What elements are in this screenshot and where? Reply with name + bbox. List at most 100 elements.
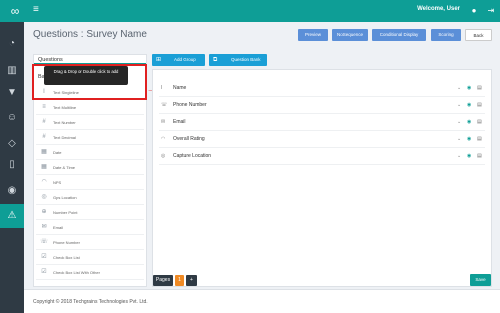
- sidebar: ◔ ▥ ▼ ☺ ◇ ▯ ◉ ⚠: [0, 22, 24, 313]
- calendar-icon: ▦: [41, 164, 47, 170]
- question-row[interactable]: ✉ Email ⌄ ◉ ▤: [159, 114, 485, 131]
- field-type-item[interactable]: ≡ Text Multiline: [36, 100, 144, 115]
- question-label: Email: [173, 119, 186, 125]
- field-type-label: Email: [53, 225, 64, 230]
- scoring-button[interactable]: Scoring: [431, 29, 461, 41]
- field-type-label: Date & Time: [53, 165, 76, 170]
- question-label: Phone Number: [173, 102, 207, 108]
- decimal-icon: #: [42, 134, 46, 140]
- phone-icon: ☏: [40, 239, 48, 245]
- field-type-item[interactable]: # Text Number: [36, 115, 144, 130]
- eye-icon[interactable]: ◉: [467, 131, 471, 148]
- trash-icon[interactable]: ▤: [477, 131, 482, 148]
- email-icon: ✉: [41, 224, 47, 230]
- point-icon: ⊕: [41, 209, 47, 215]
- mobile-icon[interactable]: ▯: [0, 153, 24, 177]
- phone-icon: ☏: [161, 102, 168, 108]
- warning-icon[interactable]: ⚠: [0, 204, 24, 228]
- save-button[interactable]: Save: [470, 274, 491, 286]
- chevron-down-icon[interactable]: ⌄: [457, 114, 461, 131]
- logout-icon[interactable]: ⇥: [484, 4, 498, 18]
- drag-tooltip: Drag & Drop or Double click to add: [44, 66, 128, 85]
- field-type-item[interactable]: ✉ Email: [36, 220, 144, 235]
- field-type-label: Text Number: [53, 120, 76, 125]
- field-type-label: NPS: [53, 180, 62, 185]
- welcome-text: Welcome, User: [417, 6, 460, 12]
- eye-icon[interactable]: ◉: [467, 114, 471, 131]
- gauge-icon: ◠: [161, 136, 166, 142]
- dashboard-icon[interactable]: ◔: [0, 32, 24, 56]
- chevron-down-icon[interactable]: ⌄: [457, 148, 461, 165]
- field-type-label: Date: [53, 150, 62, 155]
- field-type-label: Gps Location: [53, 195, 77, 200]
- field-type-item[interactable]: ◠ NPS: [36, 175, 144, 190]
- location-icon: ◎: [161, 153, 166, 159]
- field-type-item[interactable]: ◎ Gps Location: [36, 190, 144, 205]
- copy-icon: ⧉: [213, 57, 218, 63]
- question-row[interactable]: ◠ Overall Rating ⌄ ◉ ▤: [159, 131, 485, 148]
- user-icon[interactable]: ●: [467, 4, 481, 18]
- top-bar: ∞ ≡ Welcome, User ● ⇥: [0, 0, 500, 22]
- filter-icon[interactable]: ▼: [0, 81, 24, 105]
- support-icon[interactable]: ◉: [0, 179, 24, 203]
- trash-icon[interactable]: ▤: [477, 148, 482, 165]
- preview-button[interactable]: Preview: [298, 29, 328, 41]
- number-icon: #: [42, 119, 46, 125]
- conditional-display-button[interactable]: Conditional Display: [372, 29, 426, 41]
- logo-icon[interactable]: ∞: [4, 3, 26, 19]
- page-title: Questions : Survey Name: [33, 29, 147, 40]
- trash-icon[interactable]: ▤: [477, 114, 482, 131]
- footer: Copyright © 2018 Techgrains Technologies…: [24, 289, 500, 313]
- menu-toggle-icon[interactable]: ≡: [33, 4, 45, 16]
- eye-icon[interactable]: ◉: [467, 80, 471, 97]
- gauge-icon: ◠: [41, 179, 47, 185]
- field-type-item[interactable]: ⊕ Number Point: [36, 205, 144, 220]
- copyright-text: Copyright © 2018 Techgrains Technologies…: [33, 299, 148, 305]
- email-icon: ✉: [161, 119, 166, 125]
- field-type-label: Check Box List With Other: [53, 270, 100, 275]
- field-type-label: Number Point: [53, 210, 78, 215]
- chevron-down-icon[interactable]: ⌄: [457, 80, 461, 97]
- field-type-label: Text Multiline: [53, 105, 77, 110]
- eye-icon[interactable]: ◉: [467, 97, 471, 114]
- field-type-item[interactable]: ▦ Date: [36, 145, 144, 160]
- trash-icon[interactable]: ▤: [477, 97, 482, 114]
- checkbox-icon: ☑: [41, 269, 47, 275]
- question-bank-button[interactable]: ⧉ Question Bank: [209, 54, 267, 66]
- users-icon[interactable]: ☺: [0, 106, 24, 130]
- question-label: Name: [173, 85, 187, 91]
- book-icon[interactable]: ▥: [0, 59, 24, 83]
- calendar-icon: ▦: [41, 149, 47, 155]
- question-row[interactable]: ◎ Capture Location ⌄ ◉ ▤: [159, 148, 485, 165]
- multiline-icon: ≡: [42, 104, 46, 110]
- location-icon: ◎: [41, 194, 47, 200]
- field-type-item[interactable]: ▦ Date & Time: [36, 160, 144, 175]
- field-type-label: Text Decimal: [53, 135, 76, 140]
- trash-icon[interactable]: ▤: [477, 80, 482, 97]
- add-page-button[interactable]: +: [186, 275, 197, 286]
- field-type-item[interactable]: ☑ Check Box List: [36, 250, 144, 265]
- eye-icon[interactable]: ◉: [467, 148, 471, 165]
- question-label: Overall Rating: [173, 136, 205, 142]
- chevron-down-icon[interactable]: ⌄: [457, 97, 461, 114]
- question-row[interactable]: ☏ Phone Number ⌄ ◉ ▤: [159, 97, 485, 114]
- field-type-item[interactable]: ☑ Check Box List With Other: [36, 265, 144, 280]
- field-type-label: Check Box List: [53, 255, 80, 260]
- field-type-label: Phone Number: [53, 240, 80, 245]
- pages-label: Pages: [153, 275, 173, 286]
- question-label: Capture Location: [173, 153, 212, 159]
- question-bank-label: Question Bank: [231, 57, 261, 62]
- text-icon: I: [161, 85, 163, 91]
- add-group-label: Add Group: [174, 57, 196, 62]
- field-type-item[interactable]: # Text Decimal: [36, 130, 144, 145]
- checkbox-icon: ☑: [41, 254, 47, 260]
- chevron-down-icon[interactable]: ⌄: [457, 131, 461, 148]
- add-group-icon: ⊞: [156, 57, 162, 63]
- nosequence-button[interactable]: NoSequence: [332, 29, 368, 41]
- page-1-button[interactable]: 1: [175, 275, 184, 286]
- back-button[interactable]: Back: [465, 29, 492, 41]
- add-group-button[interactable]: ⊞ Add Group: [152, 54, 205, 66]
- field-type-item[interactable]: ☏ Phone Number: [36, 235, 144, 250]
- question-row[interactable]: I Name ⌄ ◉ ▤: [159, 80, 485, 97]
- questions-panel: I Name ⌄ ◉ ▤ ☏ Phone Number ⌄ ◉ ▤ ✉ Emai…: [152, 69, 492, 287]
